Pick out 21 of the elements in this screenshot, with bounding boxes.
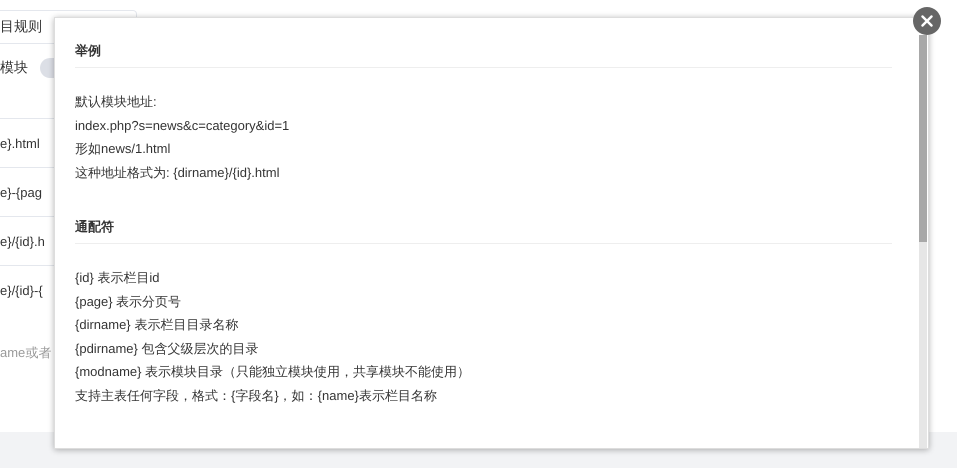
hint-text: ame或者 (0, 344, 52, 362)
section-title: 举例 (75, 42, 102, 60)
scrollbar-thumb[interactable] (919, 35, 927, 242)
url-field[interactable]: e}/{id}-{ (0, 282, 43, 298)
help-line: 支持主表任何字段，格式：{字段名}，如：{name}表示栏目名称 (75, 386, 438, 405)
url-field[interactable]: e}/{id}.h (0, 234, 45, 248)
help-line: {modname} 表示模块目录（只能独立模块使用，共享模块不能使用） (75, 363, 472, 381)
close-icon (921, 15, 933, 27)
section-title: 通配符 (75, 218, 115, 236)
help-line: 形如news/1.html (75, 140, 172, 158)
help-line: index.php?s=news&c=category&id=1 (75, 116, 290, 135)
help-line: {pdirname} 包含父级层次的目录 (75, 340, 260, 358)
module-label: 模块 (0, 59, 28, 77)
help-line: 这种地址格式为: {dirname}/{id}.html (75, 164, 280, 182)
help-line: {dirname} 表示栏目目录名称 (75, 316, 240, 334)
scrollbar[interactable] (919, 35, 927, 448)
url-field[interactable]: e}.html (0, 136, 40, 150)
help-line: {id} 表示栏目id (75, 269, 161, 287)
url-field[interactable]: e}-{pag (0, 184, 42, 200)
help-line: 默认模块地址: (75, 93, 158, 111)
help-line: {page} 表示分页号 (75, 292, 182, 311)
